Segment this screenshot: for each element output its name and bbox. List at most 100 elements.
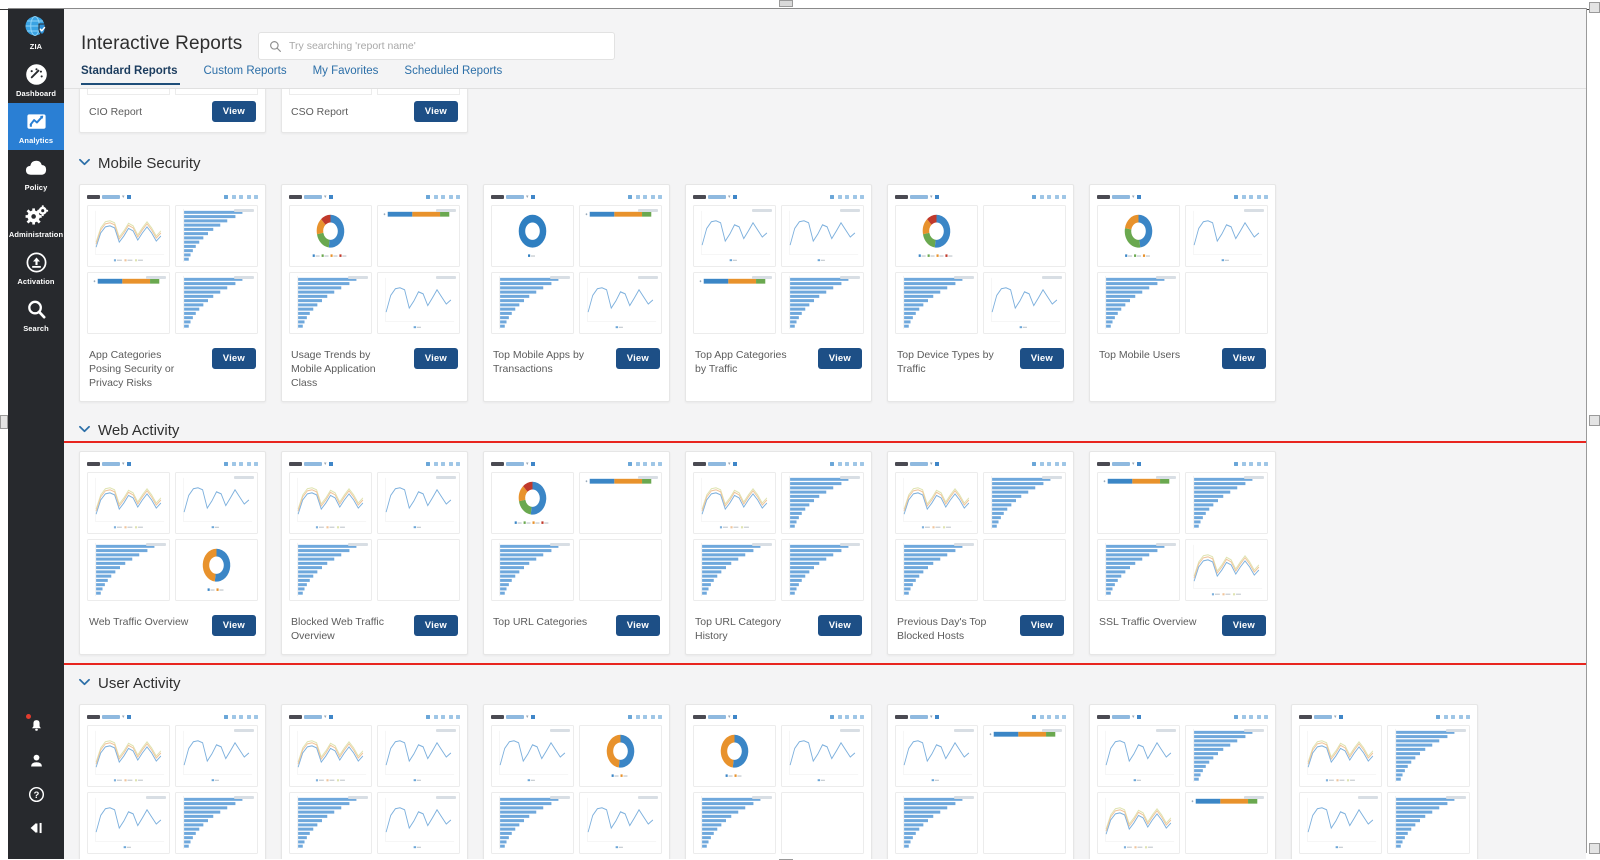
view-button[interactable]: View [615, 348, 660, 369]
report-card-web-traffic-overview[interactable]: ▾ Web Traffic Overview View [79, 451, 266, 655]
view-button[interactable]: View [211, 615, 256, 636]
filter-icon [1338, 714, 1343, 719]
help-question-icon[interactable]: ? [28, 777, 45, 811]
more-options-icon [254, 461, 258, 466]
report-card-user-browsing-history[interactable]: ▾User Browsing HistoryView [79, 704, 266, 859]
tab-custom-reports[interactable]: Custom Reports [204, 65, 301, 85]
collapse-sidebar-icon[interactable] [27, 811, 45, 845]
sidebar-item-policy[interactable]: Policy [8, 150, 64, 197]
view-button[interactable]: View [817, 348, 862, 369]
card-title: CSO Report [291, 105, 349, 118]
card-footer: Top URL Categories View [484, 606, 669, 650]
report-card-top-app-categories-by-traffic[interactable]: ▾ Top App Categories by Traffic View [685, 184, 872, 402]
expand-icon [830, 714, 834, 719]
mini-chart-area-lines [87, 472, 170, 534]
share-icon [1054, 461, 1059, 466]
sidebar-item-dashboard[interactable]: Dashboard [8, 56, 64, 103]
report-card-app-categories-posing-security-or-privacy-risks[interactable]: ▾ App Categories Posing Security or Priva… [79, 184, 266, 402]
mini-chart-bars-horizontal [491, 272, 574, 334]
view-button[interactable]: View [413, 615, 458, 636]
mini-chart-bars-horizontal [1185, 472, 1268, 534]
mini-chart-caption [954, 543, 974, 546]
mini-chart-caption [234, 796, 254, 799]
view-button[interactable]: View [817, 615, 862, 636]
search-input[interactable] [289, 40, 604, 52]
report-card-cso-report[interactable]: CSO Report View [281, 89, 468, 133]
report-card-previous-day-s-top-blocked-hosts[interactable]: ▾ Previous Day's Top Blocked Hosts View [887, 451, 1074, 655]
report-section: Mobile Security ▾ App Categories Posing Se… [64, 155, 1586, 402]
window-resize-handle-top[interactable] [779, 0, 793, 7]
sidebar-item-activation[interactable]: Activation [8, 244, 64, 291]
report-card-top-url-categories[interactable]: ▾ Top URL Categories View [483, 451, 670, 655]
view-button[interactable]: View [1221, 615, 1266, 636]
card-thumbnail: ▾ [686, 185, 871, 339]
filter-icon [732, 461, 737, 466]
report-card-top-users-by-productivity-loss[interactable]: ▾Top Users by Productivity LossView [1291, 704, 1478, 859]
thumbnail-toolbar: ▾ [693, 192, 864, 201]
report-card-top-blocked-users[interactable]: ▾Top Blocked UsersView [685, 704, 872, 859]
sidebar-item-analytics[interactable]: Analytics [8, 103, 64, 150]
view-button[interactable]: View [413, 101, 458, 122]
mini-chart-donut-1 [491, 205, 574, 267]
report-card-top-users-by-web-traffic[interactable]: ▾Top Users by Web TrafficView [483, 704, 670, 859]
thumbnail-clipped [80, 89, 265, 95]
sidebar-bottom-actions: ? [8, 709, 64, 859]
user-profile-icon[interactable] [28, 743, 45, 777]
report-card-top-url-category-history[interactable]: ▾ Top URL Category History View [685, 451, 872, 655]
report-card-top-url-categories-for-a-user[interactable]: ▾Top URL Categories for a UserView [281, 704, 468, 859]
chevron-down-icon: ▾ [1132, 460, 1135, 467]
mini-chart-caption [954, 276, 974, 279]
section-header-user-activity[interactable]: User Activity [79, 675, 1586, 692]
view-button[interactable]: View [211, 101, 256, 122]
expand-icon [628, 194, 632, 199]
view-button[interactable]: View [413, 348, 458, 369]
thumbnail-chart-grid [87, 725, 258, 854]
view-button[interactable]: View [211, 348, 256, 369]
section-header-web-activity[interactable]: Web Activity [79, 422, 1586, 439]
mini-chart-donut-2 [579, 725, 662, 787]
mini-chart-caption [234, 476, 254, 479]
search-box[interactable] [258, 32, 615, 60]
window-resize-handle-right-top[interactable] [1589, 2, 1600, 13]
mini-chart-bars-horizontal [175, 272, 258, 334]
report-card-top-users-by-liability-exposure[interactable]: ▾Top Users by Liability ExposureView [887, 704, 1074, 859]
print-icon [239, 461, 243, 466]
mini-chart-stacked-bar [1097, 472, 1180, 534]
report-card-blocked-web-traffic-overview[interactable]: ▾ Blocked Web Traffic Overview View [281, 451, 468, 655]
thumbnail-toolbar: ▾ [289, 459, 460, 468]
section-title: User Activity [98, 675, 181, 692]
view-button[interactable]: View [615, 615, 660, 636]
report-card-top-mobile-apps-by-transactions[interactable]: ▾ Top Mobile Apps by Transactions View [483, 184, 670, 402]
card-title: SSL Traffic Overview [1099, 616, 1197, 628]
view-button[interactable]: View [1019, 615, 1064, 636]
thumbnail-brand: ▾ [693, 714, 737, 720]
report-card-ssl-traffic-overview[interactable]: ▾ SSL Traffic Overview View [1089, 451, 1276, 655]
filter-icon [328, 714, 333, 719]
more-options-icon [456, 461, 460, 466]
tab-standard-reports[interactable]: Standard Reports [81, 65, 192, 85]
report-card-top-mobile-users[interactable]: ▾ Top Mobile Users View [1089, 184, 1276, 402]
sidebar-item-search[interactable]: Search [8, 291, 64, 338]
tab-my-favorites[interactable]: My Favorites [313, 65, 393, 85]
view-button[interactable]: View [1019, 348, 1064, 369]
notifications-bell-icon[interactable] [25, 709, 45, 743]
mini-chart-caption [1244, 796, 1264, 799]
section-header-mobile-security[interactable]: Mobile Security [79, 155, 1586, 172]
chevron-down-icon: ▾ [122, 193, 125, 200]
sidebar-item-zia[interactable]: ZIA [8, 9, 64, 56]
window-resize-handle-right-middle[interactable] [1589, 415, 1600, 426]
card-thumbnail: ▾ [80, 452, 265, 606]
view-button[interactable]: View [1221, 348, 1266, 369]
report-card-usage-trends-by-mobile-application-class[interactable]: ▾ Usage Trends by Mobile Application Clas… [281, 184, 468, 402]
card-thumbnail: ▾ [686, 452, 871, 606]
mini-chart-line [1097, 725, 1180, 787]
window-resize-handle-right-bottom[interactable] [1589, 843, 1600, 854]
share-icon [448, 194, 453, 199]
report-card-top-users-by-bandwidth-loss[interactable]: ▾Top Users by Bandwidth LossView [1089, 704, 1276, 859]
reports-scroll-area[interactable]: CIO Report View CSO Report View Mobile S… [64, 89, 1586, 859]
tab-scheduled-reports[interactable]: Scheduled Reports [404, 65, 516, 85]
sidebar-item-administration[interactable]: Administration [8, 197, 64, 244]
report-card-top-device-types-by-traffic[interactable]: ▾ Top Device Types by Traffic View [887, 184, 1074, 402]
report-card-cio-report[interactable]: CIO Report View [79, 89, 266, 133]
window-resize-handle-left-middle[interactable] [0, 415, 8, 429]
